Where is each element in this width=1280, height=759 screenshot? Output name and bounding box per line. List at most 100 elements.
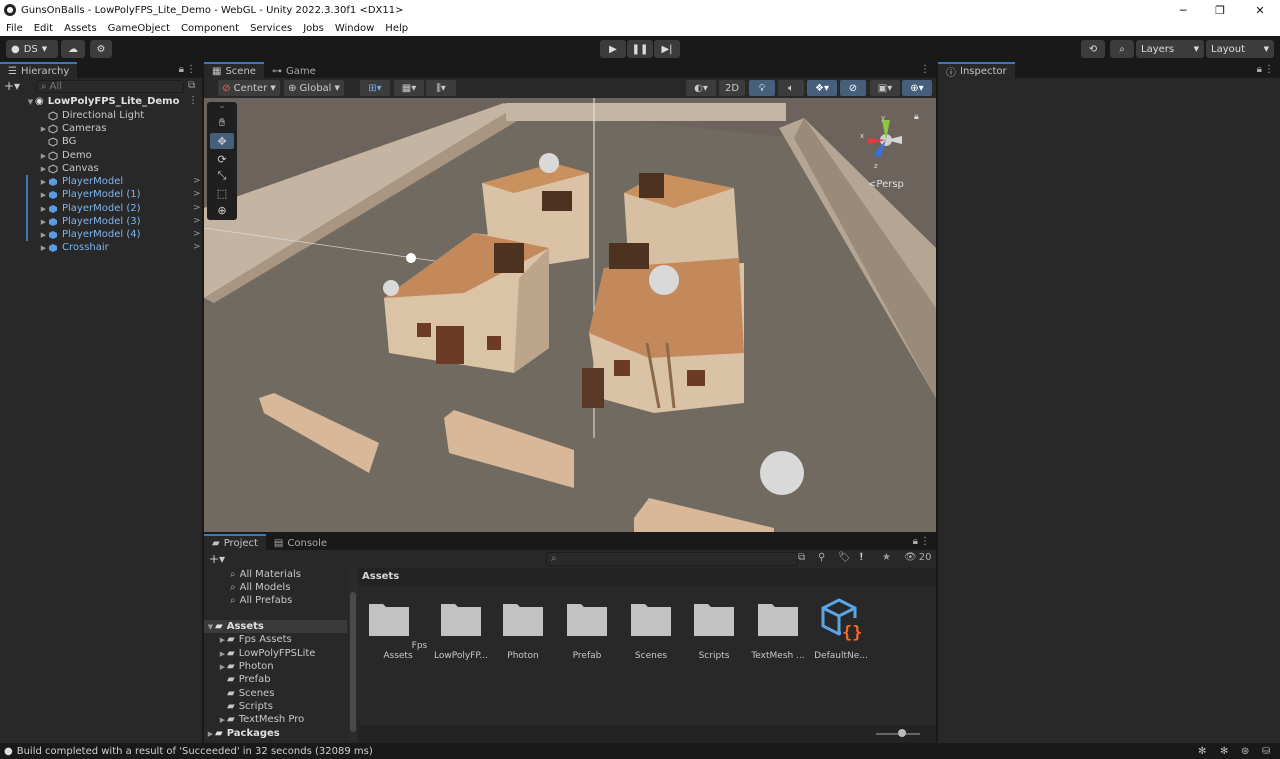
expand-arrow-icon[interactable]: ▶ (39, 178, 48, 186)
pivot-mode-dropdown[interactable]: ⊘ Center ▼ (218, 80, 280, 96)
scale-tool-icon[interactable]: ⤡ (210, 168, 234, 184)
hierarchy-search-input[interactable]: ⌕ All (36, 80, 184, 93)
expand-arrow-icon[interactable]: ▶ (39, 152, 48, 160)
layout-dropdown[interactable]: Layout ▼ (1206, 40, 1274, 58)
tab-hierarchy[interactable]: ☰ Hierarchy (0, 62, 78, 78)
expand-arrow-icon[interactable]: ▶ (218, 716, 227, 724)
asset-folder-fps-assets[interactable]: Fps Assets (367, 600, 429, 661)
menu-edit[interactable]: Edit (34, 23, 53, 34)
assets-breadcrumb[interactable]: Assets (358, 568, 936, 585)
menu-assets[interactable]: Assets (64, 23, 97, 34)
audio-toggle[interactable]: 🔈︎ (778, 80, 804, 96)
hand-tool-icon[interactable]: ✋︎ (210, 115, 234, 131)
hierarchy-item-demo[interactable]: ▶ Demo (39, 149, 92, 162)
menu-file[interactable]: File (6, 23, 23, 34)
asset-folder-prefab[interactable]: Prefab (556, 600, 618, 661)
menu-gameobject[interactable]: GameObject (108, 23, 170, 34)
gizmos-dropdown[interactable]: ⊕▾ (902, 80, 932, 96)
account-dropdown[interactable]: ● DS ▼ (6, 40, 58, 58)
hidden-packages-toggle[interactable]: 👁︎ 20 (904, 552, 931, 563)
pause-button[interactable]: ❚❚ (627, 40, 653, 58)
tree-scrollbar[interactable] (349, 570, 357, 741)
orientation-gizmo-icon[interactable]: y x z (854, 114, 924, 174)
draw-mode-dropdown[interactable]: ◐▾ (686, 80, 716, 96)
project-search-input[interactable]: ⌕ (546, 552, 798, 566)
asset-folder-scripts[interactable]: Scripts (683, 600, 745, 661)
asset-folder-scenes[interactable]: Scenes (620, 600, 682, 661)
expand-arrow-icon[interactable]: ▶ (218, 663, 227, 671)
expand-arrow-icon[interactable]: ▶ (39, 191, 48, 199)
tab-project[interactable]: ▰ Project (204, 534, 266, 550)
play-button[interactable]: ▶ (600, 40, 626, 58)
close-icon[interactable]: ✕ (1240, 0, 1280, 20)
hierarchy-item-playermodel-3[interactable]: ▶ PlayerModel (3) (39, 215, 141, 228)
tab-scene[interactable]: ▦ Scene (204, 62, 264, 78)
lighting-toggle[interactable]: 💡︎ (749, 80, 775, 96)
tab-inspector[interactable]: ⓘ Inspector (938, 62, 1015, 79)
services-gear-icon[interactable]: ⚙ (90, 40, 112, 58)
hierarchy-item-bg[interactable]: BG (48, 135, 76, 148)
hierarchy-item-playermodel-2[interactable]: ▶ PlayerModel (2) (39, 202, 141, 215)
favorite-all-materials[interactable]: ⌕ All Materials (230, 568, 301, 581)
kebab-menu-icon[interactable]: ⋮ (188, 95, 198, 106)
icon-size-slider-thumb[interactable] (898, 729, 906, 737)
import-log-icon[interactable]: ❗︎ (860, 552, 863, 563)
hierarchy-item-crosshair[interactable]: ▶ Crosshair (39, 241, 109, 254)
filter-icon[interactable]: ⧉ (188, 80, 195, 91)
menu-jobs[interactable]: Jobs (303, 23, 324, 34)
label-filter-icon[interactable]: 🏷︎ (838, 552, 851, 563)
maximize-icon[interactable]: ❐ (1200, 0, 1240, 20)
tree-folder-fps-assets[interactable]: ▶ ▰ Fps Assets (218, 633, 292, 646)
kebab-menu-icon[interactable]: ⋮ (1264, 64, 1274, 75)
menu-help[interactable]: Help (385, 23, 408, 34)
tree-packages-root[interactable]: ▶ ▰ Packages (206, 727, 280, 740)
create-dropdown[interactable]: +▾ (4, 80, 28, 93)
expand-arrow-icon[interactable]: ▶ (39, 244, 48, 252)
tree-folder-prefab[interactable]: ▰ Prefab (227, 673, 271, 686)
hierarchy-item-playermodel-1[interactable]: ▶ PlayerModel (1) (39, 188, 141, 201)
tree-folder-scenes[interactable]: ▰ Scenes (227, 687, 274, 700)
menu-component[interactable]: Component (181, 23, 239, 34)
lock-icon[interactable]: 🔒︎ (179, 64, 184, 75)
filter-type-icon[interactable]: ⚲ (818, 552, 825, 563)
camera-dropdown[interactable]: ▣▾ (870, 80, 900, 96)
perspective-label[interactable]: <Persp (868, 179, 904, 190)
expand-arrow-icon[interactable]: ▶ (218, 636, 227, 644)
rotate-tool-icon[interactable]: ⟳ (210, 151, 234, 167)
pivot-space-dropdown[interactable]: ⊕ Global ▼ (284, 80, 344, 96)
tree-folder-photon[interactable]: ▶ ▰ Photon (218, 660, 274, 673)
layers-dropdown[interactable]: Layers ▼ (1136, 40, 1204, 58)
gizmo-lock-icon[interactable]: 🔒︎ (914, 112, 919, 122)
palette-drag-handle[interactable]: ═ (210, 104, 234, 111)
kebab-menu-icon[interactable]: ⋮ (920, 64, 930, 75)
menu-services[interactable]: Services (250, 23, 292, 34)
search-scope-icon[interactable]: ⧉ (798, 552, 805, 563)
effects-dropdown[interactable]: ❖▾ (807, 80, 837, 96)
undo-history-icon[interactable]: ⟲ (1081, 40, 1105, 58)
asset-folder-photon[interactable]: Photon (492, 600, 554, 661)
tab-game[interactable]: ⊶ Game (263, 62, 324, 78)
hierarchy-item-directional-light[interactable]: Directional Light (48, 109, 144, 122)
asset-folder-textmesh-pro[interactable]: TextMesh ... (747, 600, 809, 661)
create-asset-dropdown[interactable]: +▾ (209, 552, 225, 566)
debug-bug-icon[interactable]: ✻ (1198, 746, 1206, 757)
lock-icon[interactable]: 🔒︎ (913, 536, 918, 547)
tree-assets-root[interactable]: ▼ ▰ Assets (204, 620, 347, 633)
expand-arrow-icon[interactable]: ▶ (39, 125, 48, 133)
hierarchy-item-playermodel[interactable]: ▶ PlayerModel (39, 175, 123, 188)
rect-tool-icon[interactable]: ⬚ (210, 185, 234, 201)
expand-arrow-icon[interactable]: ▶ (39, 218, 48, 226)
hierarchy-item-canvas[interactable]: ▶ Canvas (39, 162, 99, 175)
expand-arrow-icon[interactable]: ▼ (206, 623, 215, 631)
hidden-objects-toggle[interactable]: ⊘ (840, 80, 866, 96)
kebab-menu-icon[interactable]: ⋮ (920, 536, 930, 547)
lock-icon[interactable]: 🔒︎ (1257, 64, 1262, 75)
progress-icon[interactable]: ✻ (1220, 746, 1228, 757)
asset-folder-lowpolyfpslite[interactable]: LowPolyFP... (430, 600, 492, 661)
transform-tool-icon[interactable]: ⊕ (210, 202, 234, 218)
step-button[interactable]: ▶| (654, 40, 680, 58)
favorite-star-icon[interactable]: ★ (882, 552, 891, 563)
expand-arrow-icon[interactable]: ▶ (39, 165, 48, 173)
grid-visibility-button[interactable]: ▦▾ (394, 80, 424, 96)
minimize-icon[interactable]: ─ (1163, 0, 1203, 20)
